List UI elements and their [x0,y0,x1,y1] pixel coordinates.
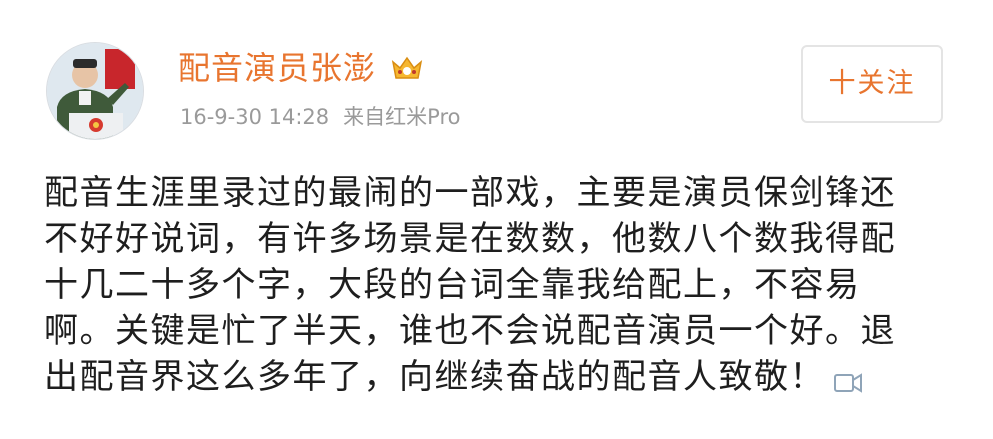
content-line-last: 出配音界这么多年了，向继续奋战的配音人致敬！ [44,354,949,400]
vip-crown-icon[interactable] [390,54,424,84]
post-content: 配音生涯里录过的最闹的一部戏，主要是演员保剑锋还 不好好说词，有许多场景是在数数… [44,170,949,400]
weibo-post-card: 配音演员张澎 16-9-30 14:28 来自红米Pro 十关注 配音生涯里录过的… [0,0,993,439]
post-meta: 16-9-30 14:28 来自红米Pro [180,102,460,132]
avatar-image [47,43,143,139]
post-timestamp: 16-9-30 14:28 [180,105,330,129]
content-line: 出配音界这么多年了，向继续奋战的配音人致敬！ [44,357,825,397]
content-line: 不好好说词，有许多场景是在数数，他数八个数我得配 [44,219,896,259]
avatar[interactable] [46,42,144,140]
post-source[interactable]: 来自红米Pro [343,105,460,129]
content-line: 配音生涯里录过的最闹的一部戏，主要是演员保剑锋还 [44,173,896,213]
content-line: 啊。关键是忙了半天，谁也不会说配音演员一个好。退 [44,311,896,351]
video-icon[interactable] [833,362,863,393]
content-line: 十几二十多个字，大段的台词全靠我给配上，不容易 [44,265,861,305]
user-name[interactable]: 配音演员张澎 [178,48,376,88]
follow-button[interactable]: 十关注 [801,45,943,123]
